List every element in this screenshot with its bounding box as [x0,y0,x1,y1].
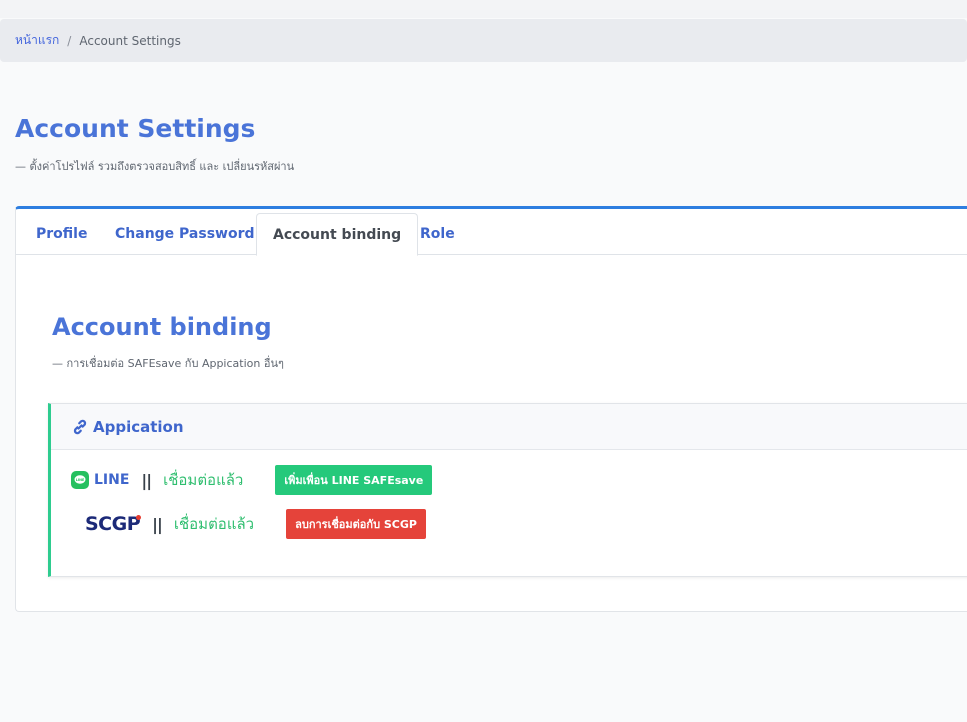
tab-profile[interactable]: Profile [20,213,103,255]
page-subtitle: — ตั้งค่าโปรไฟล์ รวมถึงตรวจสอบสิทธิ์ และ… [15,160,295,173]
scgp-separator: || [152,514,163,534]
page-title: Account Settings [15,114,256,143]
line-binding-row: LINE LINE || เชื่อมต่อแล้ว เพิ่มเพื่อน L… [71,465,433,495]
section-subtitle: — การเชื่อมต่อ SAFEsave กับ Appication อ… [52,357,284,370]
tab-change-password[interactable]: Change Password [99,213,271,255]
scgp-logo: SCGP [85,513,141,535]
line-logo-icon: LINE [71,471,89,489]
settings-card: Profile Change Password Account binding … [15,206,967,612]
breadcrumb-home-link[interactable]: หน้าแรก [15,31,59,50]
application-card-header: Appication [51,404,967,450]
line-separator: || [141,470,152,490]
application-card-title: Appication [93,417,184,436]
tab-bar: Profile Change Password Account binding … [16,209,967,256]
scgp-status: เชื่อมต่อแล้ว [173,515,255,533]
breadcrumb-current: Account Settings [79,33,181,48]
section-title: Account binding [52,313,272,341]
add-line-friend-button[interactable]: เพิ่มเพื่อน LINE SAFEsave [275,465,433,495]
application-card: Appication LINE LINE || เชื่อมต่อแล้ว เพ… [48,403,967,577]
line-status: เชื่อมต่อแล้ว [163,471,244,489]
top-strip [0,0,967,18]
scgp-binding-row: SCGP || เชื่อมต่อแล้ว ลบการเชื่อมต่อกับ … [85,509,426,539]
svg-text:LINE: LINE [76,478,85,482]
breadcrumb: หน้าแรก / Account Settings [0,19,967,62]
tab-account-binding[interactable]: Account binding [256,213,419,256]
unlink-scgp-button[interactable]: ลบการเชื่อมต่อกับ SCGP [286,509,426,539]
link-icon [71,418,89,436]
line-label: LINE [94,472,130,488]
tab-role[interactable]: Role [404,213,471,255]
breadcrumb-separator: / [67,33,72,48]
